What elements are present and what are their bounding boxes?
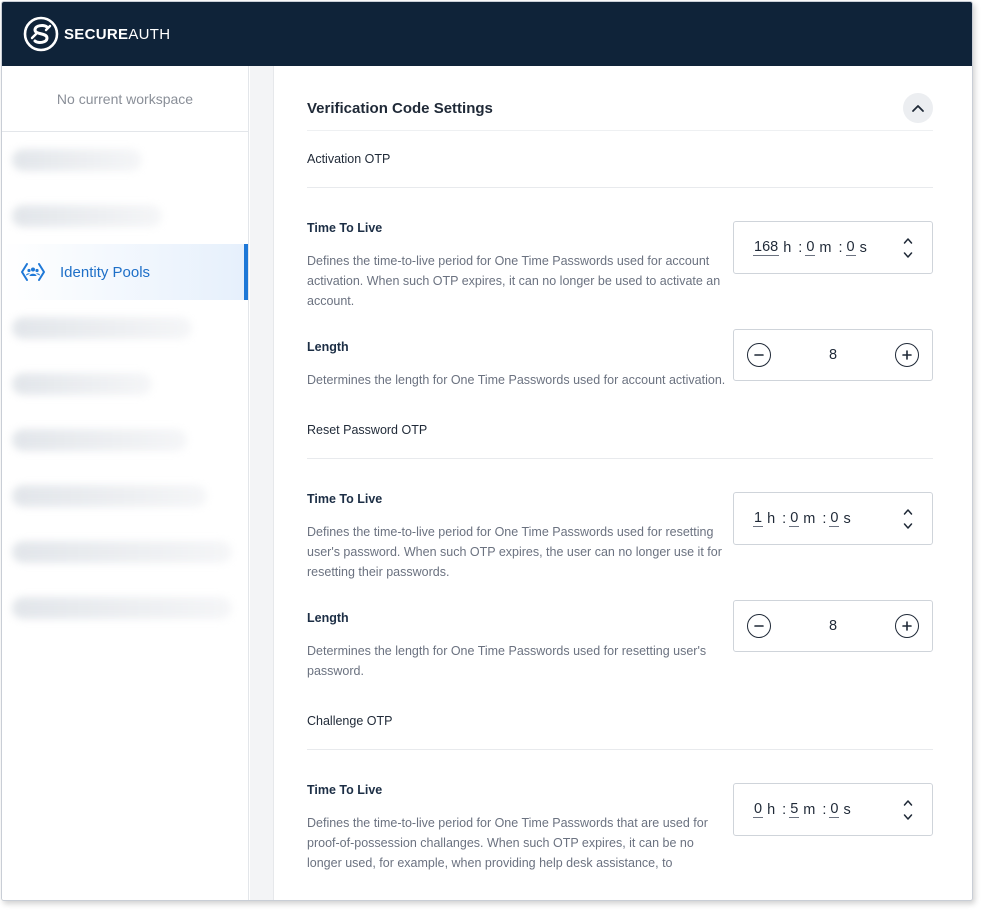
length-description: Determines the length for One Time Passw… — [307, 644, 707, 678]
blurred-nav-item[interactable] — [12, 541, 232, 563]
length-stepper-reset[interactable]: 8 — [733, 600, 933, 652]
separator: : — [838, 239, 843, 256]
blurred-nav-item[interactable] — [12, 317, 192, 339]
decrement-button[interactable] — [747, 614, 771, 638]
hours-field[interactable]: 168 — [753, 239, 780, 256]
separator: : — [782, 510, 787, 527]
ttl-input-challenge[interactable]: 0h:5m:0s — [733, 783, 933, 836]
main-content: Verification Code Settings Activation OT… — [275, 66, 972, 900]
minutes-field[interactable]: 0 — [805, 239, 816, 256]
blurred-nav-item[interactable] — [12, 597, 232, 619]
separator: : — [798, 239, 803, 256]
seconds-unit: s — [843, 801, 851, 818]
secureauth-logo-icon[interactable] — [23, 16, 59, 52]
blurred-nav-item[interactable] — [12, 205, 162, 227]
ttl-input-activation[interactable]: 168 h:0 m:0 s — [733, 221, 933, 274]
ttl-row-challenge: Time To Live Defines the time-to-live pe… — [307, 783, 933, 873]
section-title-reset-password-otp: Reset Password OTP — [307, 402, 933, 459]
top-bar: SECUREAUTH — [2, 2, 972, 66]
decrement-button[interactable] — [747, 343, 771, 367]
ttl-row-reset: Time To Live Defines the time-to-live pe… — [307, 492, 933, 582]
sidebar: No current workspace Identity Pools — [2, 66, 249, 900]
panel-title: Verification Code Settings — [307, 99, 493, 117]
length-label: Length — [307, 340, 349, 354]
workspace-selector[interactable]: No current workspace — [2, 66, 248, 132]
minutes-unit: m — [819, 239, 832, 256]
up-down-spinner-icon[interactable] — [902, 797, 914, 823]
hours-unit: h — [767, 510, 776, 527]
minutes-unit: m — [803, 510, 816, 527]
seconds-unit: s — [843, 510, 851, 527]
section-title-activation-otp: Activation OTP — [307, 131, 933, 188]
chevron-up-icon — [912, 105, 924, 112]
seconds-field[interactable]: 0 — [829, 510, 840, 527]
panel-header: Verification Code Settings — [307, 66, 933, 131]
app-window: SECUREAUTH No current workspace Identity… — [1, 1, 973, 901]
blurred-nav-item[interactable] — [12, 429, 187, 451]
ttl-description: Defines the time-to-live period for One … — [307, 525, 722, 579]
hours-field[interactable]: 0 — [753, 801, 764, 818]
separator: : — [822, 510, 827, 527]
blurred-nav-item[interactable] — [12, 149, 142, 171]
minutes-field[interactable]: 5 — [789, 801, 800, 818]
increment-button[interactable] — [894, 343, 919, 367]
blurred-nav-item[interactable] — [12, 373, 152, 395]
blurred-nav-item[interactable] — [12, 485, 207, 507]
length-label: Length — [307, 611, 349, 625]
length-value[interactable]: 8 — [829, 347, 837, 363]
separator: : — [782, 801, 787, 818]
length-description: Determines the length for One Time Passw… — [307, 373, 726, 387]
ttl-description: Defines the time-to-live period for One … — [307, 254, 721, 308]
collapse-button[interactable] — [903, 93, 933, 123]
plus-icon — [902, 621, 912, 631]
sidebar-item-label: Identity Pools — [60, 263, 151, 281]
ttl-label: Time To Live — [307, 221, 383, 235]
seconds-unit: s — [859, 239, 867, 256]
hours-field[interactable]: 1 — [753, 510, 764, 527]
ttl-description: Defines the time-to-live period for One … — [307, 816, 708, 870]
minus-icon — [754, 625, 764, 627]
seconds-field[interactable]: 0 — [845, 239, 856, 256]
up-down-spinner-icon[interactable] — [902, 235, 914, 261]
sidebar-item-identity-pools[interactable]: Identity Pools — [2, 244, 248, 300]
ttl-label: Time To Live — [307, 783, 383, 797]
length-row-activation: Length Determines the length for One Tim… — [307, 329, 933, 390]
hours-unit: h — [783, 239, 792, 256]
length-stepper-activation[interactable]: 8 — [733, 329, 933, 381]
seconds-field[interactable]: 0 — [829, 801, 840, 818]
plus-icon — [902, 350, 912, 360]
minus-icon — [754, 354, 764, 356]
minutes-unit: m — [803, 801, 816, 818]
minutes-field[interactable]: 0 — [789, 510, 800, 527]
increment-button[interactable] — [894, 614, 919, 638]
hours-unit: h — [767, 801, 776, 818]
length-row-reset: Length Determines the length for One Tim… — [307, 600, 933, 681]
identity-pools-icon — [21, 263, 45, 281]
ttl-label: Time To Live — [307, 492, 383, 506]
ttl-input-reset[interactable]: 1h:0m:0s — [733, 492, 933, 545]
brand-name: SECUREAUTH — [64, 25, 171, 43]
content-gutter — [250, 66, 274, 900]
section-title-challenge-otp: Challenge OTP — [307, 693, 933, 750]
separator: : — [822, 801, 827, 818]
verification-code-settings-panel: Verification Code Settings Activation OT… — [307, 66, 933, 873]
ttl-row-activation: Time To Live Defines the time-to-live pe… — [307, 221, 933, 311]
length-value[interactable]: 8 — [829, 618, 837, 634]
up-down-spinner-icon[interactable] — [902, 506, 914, 532]
